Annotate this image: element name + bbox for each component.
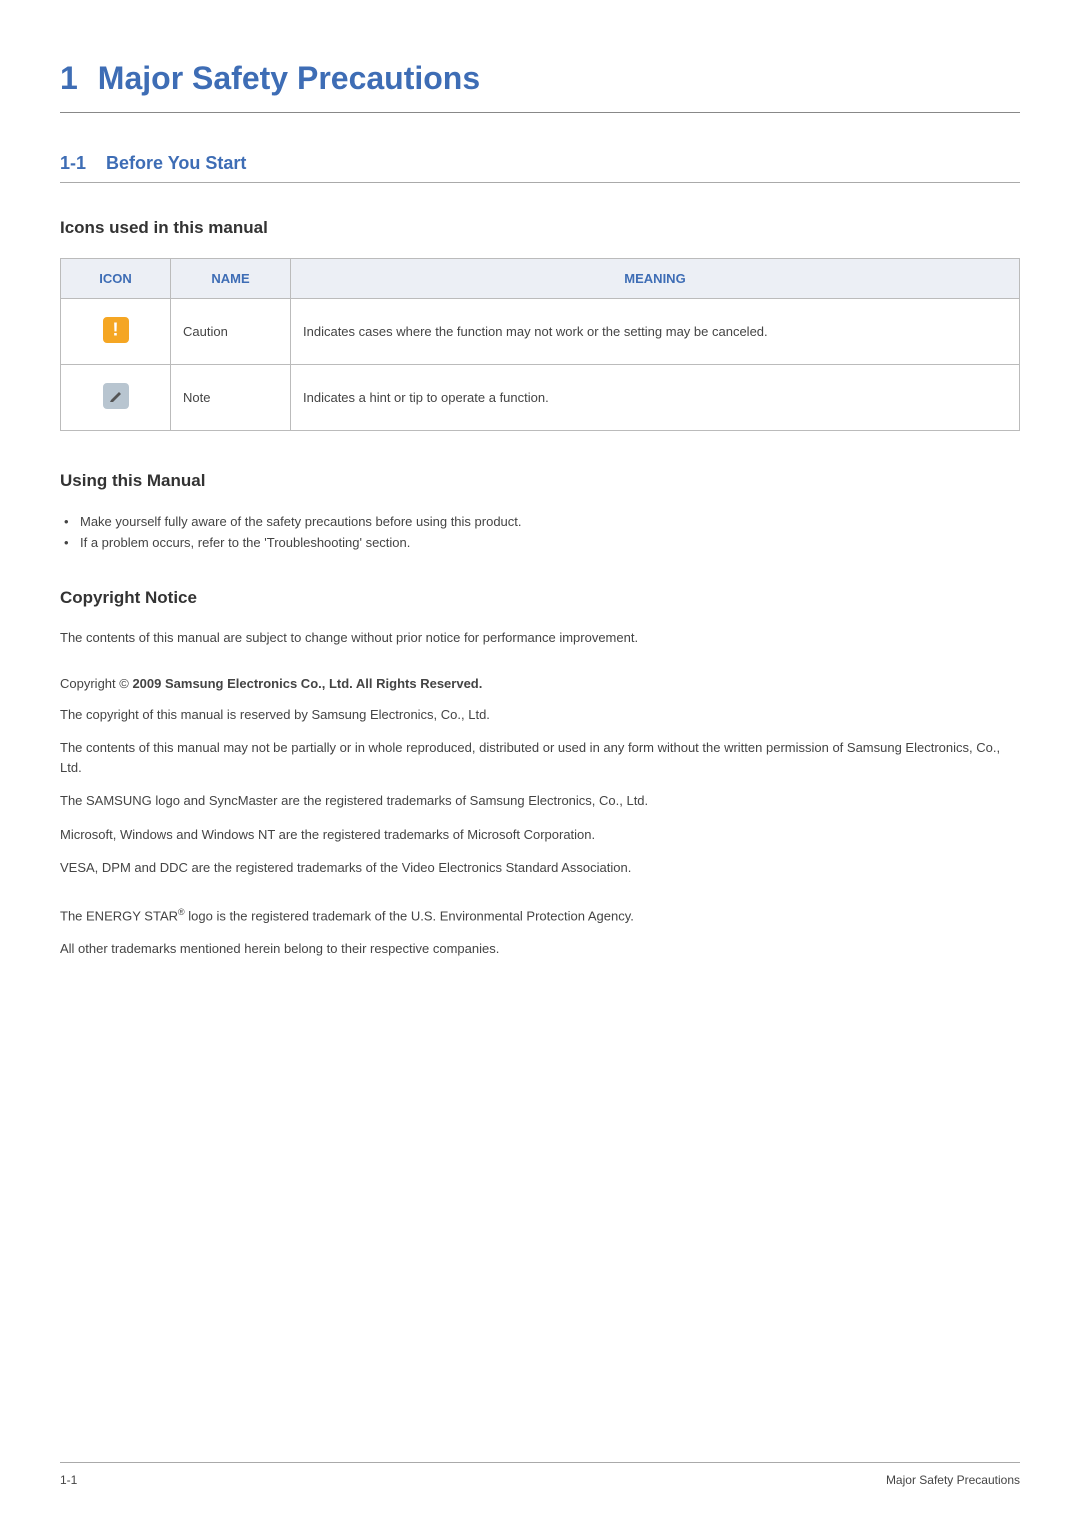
icons-heading: Icons used in this manual	[60, 218, 1020, 238]
icon-cell	[61, 299, 171, 365]
using-manual-list: Make yourself fully aware of the safety …	[60, 511, 1020, 553]
name-cell: Caution	[171, 299, 291, 365]
copyright-bold: 2009 Samsung Electronics Co., Ltd. All R…	[132, 676, 482, 691]
energy-post: logo is the registered trademark of the …	[185, 908, 634, 923]
registered-symbol: ®	[178, 907, 185, 917]
list-item: If a problem occurs, refer to the 'Troub…	[60, 532, 1020, 553]
copyright-heading: Copyright Notice	[60, 588, 1020, 608]
caution-icon	[103, 317, 129, 343]
note-icon	[103, 383, 129, 409]
copyright-section: Copyright Notice The contents of this ma…	[60, 588, 1020, 959]
copyright-p3: The SAMSUNG logo and SyncMaster are the …	[60, 791, 1020, 811]
copyright-p5: VESA, DPM and DDC are the registered tra…	[60, 858, 1020, 878]
footer-left: 1-1	[60, 1473, 77, 1487]
chapter-title: 1 Major Safety Precautions	[60, 60, 1020, 113]
icon-cell	[61, 365, 171, 431]
chapter-title-text: Major Safety Precautions	[98, 60, 480, 96]
th-icon: ICON	[61, 259, 171, 299]
chapter-number: 1	[60, 60, 78, 97]
section-number: 1-1	[60, 153, 86, 174]
copyright-p4: Microsoft, Windows and Windows NT are th…	[60, 825, 1020, 845]
th-name: NAME	[171, 259, 291, 299]
copyright-intro: The contents of this manual are subject …	[60, 628, 1020, 648]
icon-table: ICON NAME MEANING Caution Indicates case…	[60, 258, 1020, 431]
energy-star-line: The ENERGY STAR® logo is the registered …	[60, 906, 1020, 926]
using-manual-heading: Using this Manual	[60, 471, 1020, 491]
th-meaning: MEANING	[291, 259, 1020, 299]
copyright-p1: The copyright of this manual is reserved…	[60, 705, 1020, 725]
icons-section: Icons used in this manual ICON NAME MEAN…	[60, 218, 1020, 431]
name-cell: Note	[171, 365, 291, 431]
energy-pre: The ENERGY STAR	[60, 908, 178, 923]
copyright-prefix: Copyright ©	[60, 676, 132, 691]
meaning-cell: Indicates a hint or tip to operate a fun…	[291, 365, 1020, 431]
section-title-text: Before You Start	[106, 153, 246, 173]
copyright-p2: The contents of this manual may not be p…	[60, 738, 1020, 777]
copyright-line: Copyright © 2009 Samsung Electronics Co.…	[60, 676, 1020, 691]
footer-right: Major Safety Precautions	[886, 1473, 1020, 1487]
table-row: Note Indicates a hint or tip to operate …	[61, 365, 1020, 431]
list-item: Make yourself fully aware of the safety …	[60, 511, 1020, 532]
copyright-p6: All other trademarks mentioned herein be…	[60, 939, 1020, 959]
section-title: 1-1 Before You Start	[60, 153, 1020, 183]
using-manual-section: Using this Manual Make yourself fully aw…	[60, 471, 1020, 553]
table-row: Caution Indicates cases where the functi…	[61, 299, 1020, 365]
page-footer: 1-1 Major Safety Precautions	[60, 1462, 1020, 1487]
meaning-cell: Indicates cases where the function may n…	[291, 299, 1020, 365]
